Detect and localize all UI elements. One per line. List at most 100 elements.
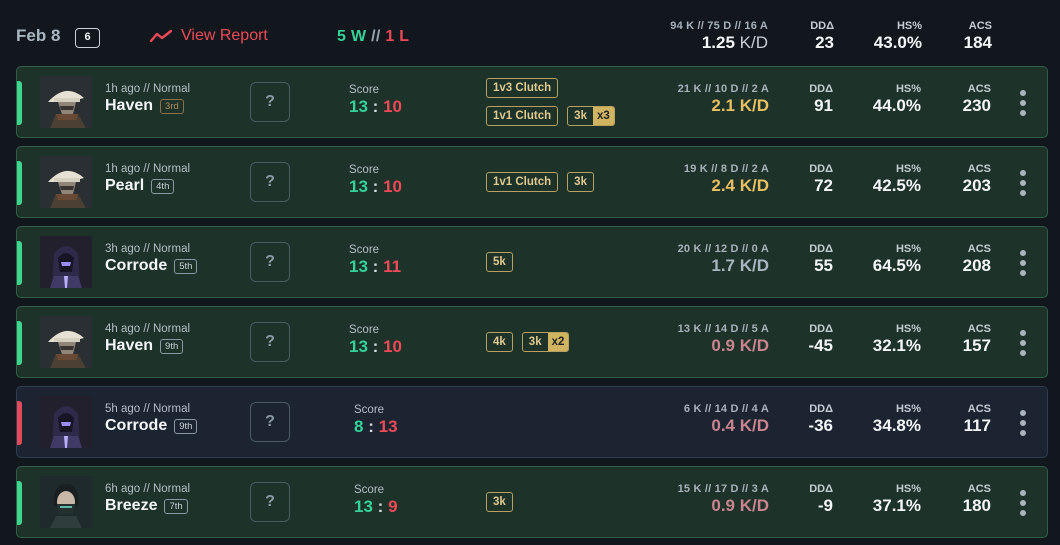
acs-value: 180 bbox=[962, 496, 991, 515]
match-row[interactable]: 4h ago // Normal Haven 9th? Score 13 : 10 4k 3… bbox=[16, 306, 1048, 378]
match-meta: 4h ago // Normal Haven 9th bbox=[105, 323, 190, 355]
rank-unknown-icon: ? bbox=[250, 162, 290, 202]
result-indicator-bar bbox=[17, 481, 22, 525]
match-meta: 3h ago // Normal Corrode 5th bbox=[105, 243, 198, 275]
match-row[interactable]: 1h ago // Normal Pearl 4th? Score 13 : 10 1v1… bbox=[16, 146, 1048, 218]
score-team: 8 bbox=[354, 417, 364, 436]
match-row[interactable]: 6h ago // Normal Breeze 7th? Score 13 : 9 3k 1… bbox=[16, 466, 1048, 538]
score-label: Score bbox=[354, 404, 385, 416]
menu-dot bbox=[1020, 260, 1026, 266]
kda-line: 13 K // 14 D // 5 A bbox=[677, 323, 769, 335]
summary-hs-value: 43.0% bbox=[873, 33, 922, 52]
map-name: Haven bbox=[105, 337, 154, 354]
score-enemy: 9 bbox=[388, 497, 398, 516]
kd-ratio: 1.7 K/D bbox=[711, 256, 769, 275]
acs-value: 203 bbox=[962, 176, 991, 195]
dd-label: DDΔ bbox=[809, 163, 833, 175]
placement-badge: 9th bbox=[174, 418, 198, 434]
agent-cowboy-hat-icon bbox=[40, 316, 92, 368]
score-team: 13 bbox=[349, 177, 368, 196]
badge-label: 1v1 Clutch bbox=[493, 176, 552, 188]
more-options-icon[interactable] bbox=[1017, 90, 1029, 116]
result-indicator-bar bbox=[17, 81, 22, 125]
match-meta: 5h ago // Normal Corrode 9th bbox=[105, 403, 198, 435]
menu-dot bbox=[1020, 180, 1026, 186]
score-label: Score bbox=[349, 84, 380, 96]
score-separator: : bbox=[368, 417, 374, 436]
acs-stat: ACS 230 bbox=[939, 83, 991, 116]
view-report-link[interactable]: View Report bbox=[150, 27, 268, 45]
kd-ratio: 0.4 K/D bbox=[711, 416, 769, 435]
placement-badge: 5th bbox=[174, 258, 198, 274]
summary-acs-label: ACS bbox=[968, 20, 992, 32]
kd-ratio: 2.4 K/D bbox=[711, 176, 769, 195]
result-indicator-bar bbox=[17, 401, 22, 445]
match-meta: 1h ago // Normal Haven 3rd bbox=[105, 83, 190, 115]
dd-value: 55 bbox=[814, 256, 833, 275]
match-row[interactable]: 1h ago // Normal Haven 3rd? Score 13 : 10 1v3… bbox=[16, 66, 1048, 138]
score-enemy: 10 bbox=[383, 337, 402, 356]
dd-stat: DDΔ 72 bbox=[789, 163, 833, 196]
kd-ratio: 0.9 K/D bbox=[711, 496, 769, 515]
acs-label: ACS bbox=[967, 83, 991, 95]
score-block: Score 8 : 13 bbox=[354, 404, 398, 437]
menu-dot bbox=[1020, 90, 1026, 96]
hs-value: 64.5% bbox=[872, 256, 921, 275]
map-name: Corrode bbox=[105, 417, 168, 434]
agent-cowboy-hat-icon bbox=[40, 76, 92, 128]
score-label: Score bbox=[354, 484, 385, 496]
score-label: Score bbox=[349, 244, 380, 256]
dd-label: DDΔ bbox=[809, 483, 833, 495]
more-options-icon[interactable] bbox=[1017, 170, 1029, 196]
acs-stat: ACS 208 bbox=[939, 243, 991, 276]
result-indicator-bar bbox=[17, 241, 22, 285]
dd-stat: DDΔ 55 bbox=[789, 243, 833, 276]
match-row[interactable]: 5h ago // Normal Corrode 9th? Score 8 : 13 6 … bbox=[16, 386, 1048, 458]
highlight-badge: 3k bbox=[486, 492, 513, 512]
score-value: 8 : 13 bbox=[354, 417, 398, 437]
menu-dot bbox=[1020, 190, 1026, 196]
acs-stat: ACS 203 bbox=[939, 163, 991, 196]
acs-value: 117 bbox=[963, 416, 991, 435]
menu-dot bbox=[1020, 500, 1026, 506]
hs-stat: HS% 64.5% bbox=[851, 243, 921, 276]
rank-unknown-icon: ? bbox=[250, 82, 290, 122]
acs-label: ACS bbox=[967, 483, 991, 495]
score-value: 13 : 10 bbox=[349, 97, 402, 117]
kda-line: 15 K // 17 D // 3 A bbox=[677, 483, 769, 495]
acs-label: ACS bbox=[967, 243, 991, 255]
more-options-icon[interactable] bbox=[1017, 490, 1029, 516]
map-name: Haven bbox=[105, 97, 154, 114]
badge-row: 1v1 Clutch 3k bbox=[486, 172, 594, 192]
match-kda: 19 K // 8 D // 2 A 2.4 K/D bbox=[579, 163, 769, 196]
menu-dot bbox=[1020, 250, 1026, 256]
hs-value: 32.1% bbox=[872, 336, 921, 355]
more-options-icon[interactable] bbox=[1017, 330, 1029, 356]
acs-value: 157 bbox=[962, 336, 991, 355]
placement-badge: 4th bbox=[151, 178, 175, 194]
hs-label: HS% bbox=[895, 483, 921, 495]
dd-label: DDΔ bbox=[809, 83, 833, 95]
rank-unknown-icon: ? bbox=[250, 402, 290, 442]
rank-unknown-icon: ? bbox=[250, 322, 290, 362]
highlight-badge: 1v1 Clutch bbox=[486, 106, 559, 126]
dd-value: -9 bbox=[817, 496, 833, 515]
highlight-badges: 1v1 Clutch 3k bbox=[486, 172, 594, 200]
more-options-icon[interactable] bbox=[1017, 250, 1029, 276]
match-time: 6h ago // Normal bbox=[105, 483, 191, 495]
summary-hs-stat: HS% 43.0% bbox=[852, 20, 922, 53]
score-label: Score bbox=[349, 164, 380, 176]
score-value: 13 : 10 bbox=[349, 177, 402, 197]
menu-dot bbox=[1020, 410, 1026, 416]
dd-value: 91 bbox=[814, 96, 833, 115]
match-row[interactable]: 3h ago // Normal Corrode 5th? Score 13 : 11 5… bbox=[16, 226, 1048, 298]
hs-label: HS% bbox=[895, 403, 921, 415]
placement-badge: 9th bbox=[160, 338, 184, 354]
score-block: Score 13 : 9 bbox=[354, 484, 398, 517]
score-separator: : bbox=[372, 337, 379, 356]
more-options-icon[interactable] bbox=[1017, 410, 1029, 436]
kda-line: 21 K // 10 D // 2 A bbox=[677, 83, 769, 95]
menu-dot bbox=[1020, 430, 1026, 436]
badge-label: 3k bbox=[493, 496, 506, 508]
score-value: 13 : 9 bbox=[354, 497, 398, 517]
